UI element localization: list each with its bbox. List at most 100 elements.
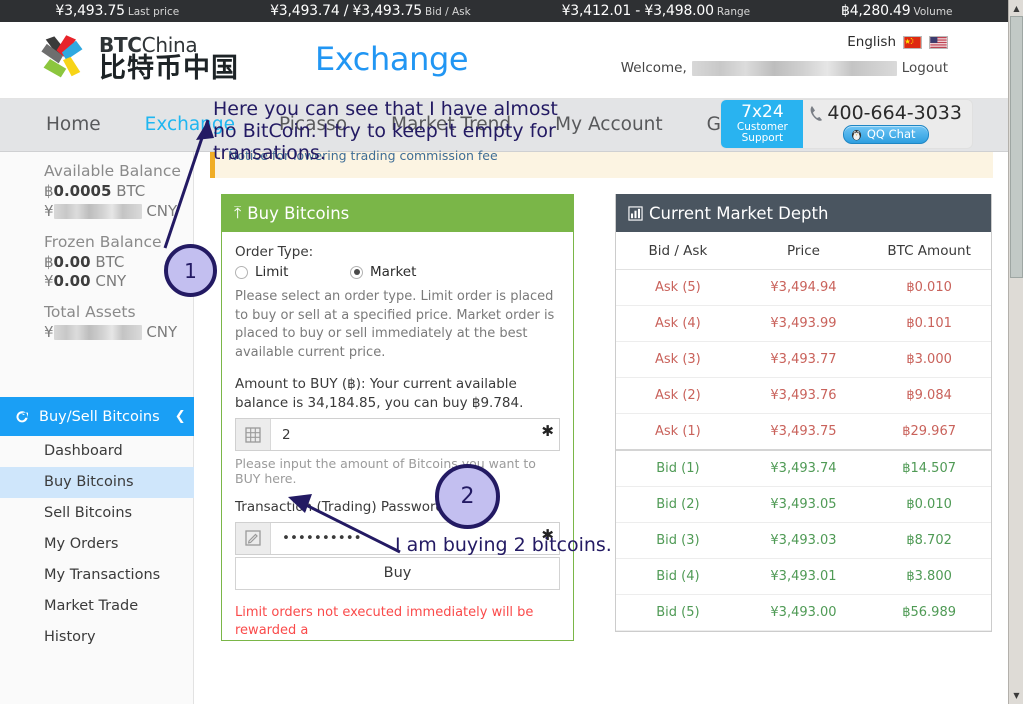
sidebar-item-buy-bitcoins[interactable]: Buy Bitcoins	[0, 467, 194, 498]
order-type-label: Order Type:	[235, 244, 314, 260]
row-amount: ฿29.967	[867, 413, 991, 451]
order-type-market-option[interactable]: Market	[350, 264, 416, 280]
btc-symbol-icon: ฿	[44, 252, 54, 271]
frozen-balance-cny-value: 0.00	[53, 272, 91, 291]
row-side-label: Bid (3)	[616, 522, 740, 559]
logout-link[interactable]: Logout	[902, 60, 948, 76]
support-badge: 7x24 Customer Support	[721, 100, 804, 148]
available-balance-btc-unit: BTC	[116, 182, 146, 200]
row-side-label: Bid (2)	[616, 486, 740, 523]
table-row[interactable]: Bid (4) ¥3,493.01 ฿3.800	[616, 558, 991, 595]
order-type-radio-group: Limit Market	[235, 264, 560, 280]
row-amount: ฿3.800	[867, 558, 991, 595]
table-row[interactable]: Bid (2) ¥3,493.05 ฿0.010	[616, 486, 991, 523]
nav-item-home[interactable]: Home	[24, 99, 123, 151]
support-phone-number[interactable]: 400-664-3033	[827, 103, 962, 124]
row-price: ¥3,493.03	[739, 522, 868, 559]
ticker-volume-label: Volume	[913, 6, 953, 18]
row-price: ¥3,493.05	[739, 486, 868, 523]
sidebar-item-my-orders[interactable]: My Orders	[0, 529, 194, 560]
calculator-icon[interactable]	[236, 419, 271, 450]
body-area: Available Balance ฿0.0005 BTC ¥ CNY Froz…	[0, 148, 1008, 704]
row-amount: ฿3.000	[867, 341, 991, 378]
sidebar-item-dashboard[interactable]: Dashboard	[0, 436, 194, 467]
available-balance-cny-unit: CNY	[146, 201, 178, 220]
amount-field-label: Amount to BUY (฿): Your current availabl…	[235, 375, 524, 412]
phone-icon	[810, 105, 823, 121]
support-contact: 400-664-3033 QQ Chat	[803, 100, 972, 148]
radio-market[interactable]	[350, 265, 363, 279]
row-amount: ฿9.084	[867, 377, 991, 414]
column-header-price: Price	[739, 232, 868, 270]
total-assets-block: Total Assets ¥ CNY	[0, 303, 193, 343]
column-header-bid-ask: Bid / Ask	[616, 232, 740, 270]
lastpass-icon[interactable]: ✱	[541, 424, 554, 439]
table-row[interactable]: Ask (5) ¥3,494.94 ฿0.010	[616, 269, 991, 306]
frozen-balance-title: Frozen Balance	[44, 232, 162, 251]
language-selector[interactable]: English	[847, 34, 948, 50]
vertical-scrollbar[interactable]: ▲ ▼	[1008, 0, 1023, 704]
table-row[interactable]: Bid (1) ¥3,493.74 ฿14.507	[616, 450, 991, 487]
welcome-bar: Welcome, Logout	[621, 60, 948, 76]
amount-input[interactable]: 2	[271, 419, 559, 450]
qq-chat-button[interactable]: QQ Chat	[842, 125, 929, 145]
support-phone-row: 400-664-3033	[809, 103, 962, 124]
row-side-label: Bid (4)	[616, 558, 740, 595]
available-balance-block: Available Balance ฿0.0005 BTC ¥ CNY	[0, 162, 193, 222]
sidebar-item-sell-bitcoins[interactable]: Sell Bitcoins	[0, 498, 194, 529]
annotation-marker-1: 1	[164, 244, 217, 297]
cny-symbol-icon: ¥	[44, 201, 54, 220]
scroll-up-arrow[interactable]: ▲	[1010, 1, 1023, 16]
table-row[interactable]: Ask (4) ¥3,493.99 ฿0.101	[616, 305, 991, 342]
annotation-note-2: I am buying 2 bitcoins.	[395, 534, 612, 556]
row-price: ¥3,493.74	[739, 450, 868, 487]
btcchina-logo-mark	[41, 35, 83, 78]
amount-input-group[interactable]: 2 ✱	[235, 418, 560, 451]
table-header-row: Bid / Ask Price BTC Amount	[616, 232, 991, 270]
scrollbar-thumb[interactable]	[1010, 16, 1023, 278]
logo-text-english: BTCChina	[99, 35, 239, 55]
table-row[interactable]: Ask (3) ¥3,493.77 ฿3.000	[616, 341, 991, 378]
table-row[interactable]: Ask (1) ¥3,493.75 ฿29.967	[616, 413, 991, 451]
ticker-last-price-value: ¥3,493.75	[55, 3, 125, 19]
china-flag-icon[interactable]	[903, 35, 922, 49]
annotation-note-1: Here you can see that I have almost no B…	[213, 98, 558, 165]
table-row[interactable]: Ask (2) ¥3,493.76 ฿9.084	[616, 377, 991, 414]
row-price: ¥3,493.01	[739, 558, 868, 595]
language-label: English	[847, 34, 896, 50]
column-header-btc-amount: BTC Amount	[867, 232, 991, 270]
sidebar-item-market-trade-history[interactable]: Market Trade History	[0, 591, 194, 645]
usa-flag-icon[interactable]	[929, 35, 948, 49]
pencil-icon[interactable]	[236, 522, 271, 554]
btcchina-logo[interactable]: BTCChina 比特币中国	[36, 32, 239, 86]
order-type-limit-option[interactable]: Limit	[235, 264, 350, 280]
table-row[interactable]: Bid (5) ¥3,493.00 ฿56.989	[616, 594, 991, 631]
order-type-market-label: Market	[370, 264, 417, 280]
row-side-label: Ask (3)	[616, 341, 740, 378]
market-depth-header: Current Market Depth	[616, 194, 991, 232]
chevron-left-icon[interactable]: ❮	[175, 409, 186, 424]
radio-limit[interactable]	[235, 265, 248, 279]
ticker-range-value: ¥3,412.01 - ¥3,498.00	[561, 3, 714, 19]
row-amount: ฿0.010	[867, 269, 991, 306]
password-field-label: Transaction (Trading) Password:	[235, 499, 449, 515]
row-price: ¥3,493.99	[739, 305, 868, 342]
ticker-last-price: ¥3,493.75 Last price	[55, 3, 179, 19]
buy-panel-title: Buy Bitcoins	[247, 203, 350, 223]
sidebar-menu-header[interactable]: Buy/Sell Bitcoins ❮	[0, 397, 194, 436]
table-row[interactable]: Bid (3) ¥3,493.03 ฿8.702	[616, 522, 991, 559]
welcome-label: Welcome,	[620, 60, 687, 76]
ticker-bid-ask: ¥3,493.74 / ¥3,493.75 Bid / Ask	[270, 3, 471, 19]
buy-button[interactable]: Buy	[235, 556, 560, 590]
cny-symbol-icon: ¥	[44, 272, 54, 291]
ticker-range-label: Range	[716, 6, 751, 18]
customer-support-box[interactable]: 7x24 Customer Support 400-664-3033 QQ Ch…	[721, 100, 972, 148]
qq-penguin-icon	[851, 129, 861, 141]
market-depth-title: Current Market Depth	[649, 203, 829, 223]
row-price: ¥3,493.76	[739, 377, 868, 414]
amount-input-hint: Please input the amount of Bitcoins you …	[235, 456, 536, 486]
scroll-down-arrow[interactable]: ▼	[1010, 688, 1023, 703]
sidebar-item-my-transactions[interactable]: My Transactions	[0, 560, 194, 591]
site-header: BTCChina 比特币中国 Exchange English Welcome,…	[0, 22, 1008, 99]
row-price: ¥3,493.00	[739, 594, 868, 631]
